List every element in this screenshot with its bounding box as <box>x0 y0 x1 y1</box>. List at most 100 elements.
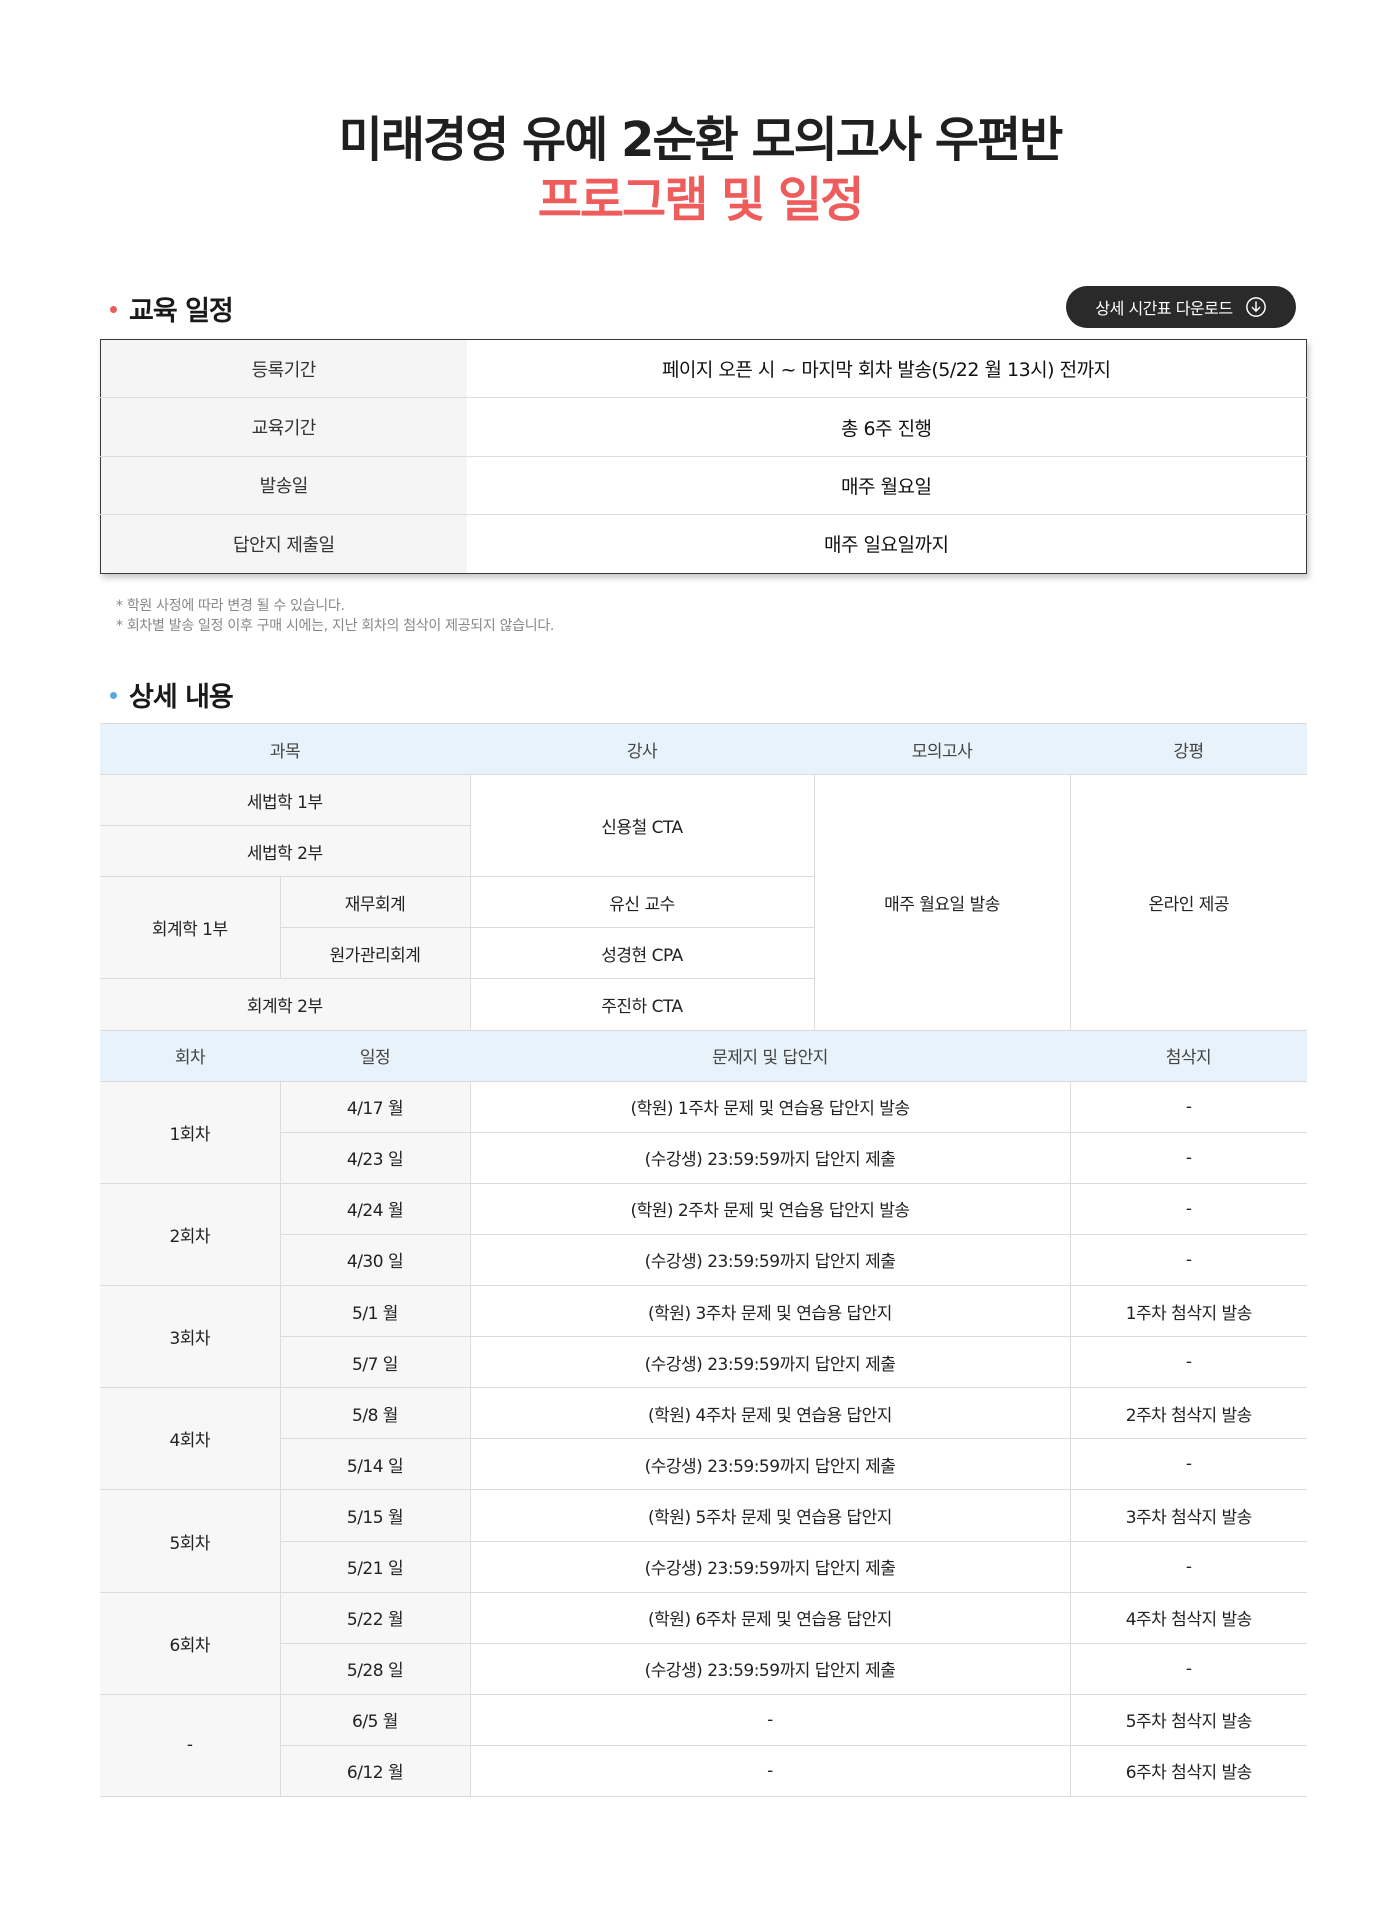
review-value: 온라인 제공 <box>1069 774 1307 1031</box>
round-correction: - <box>1069 1642 1307 1695</box>
round-material: - <box>469 1744 1071 1797</box>
lecturer-accounting-2: 주진하 CTA <box>469 978 814 1031</box>
round-correction: 4주차 첨삭지 발송 <box>1069 1591 1307 1644</box>
round-correction: - <box>1069 1336 1307 1389</box>
table-row: 5/14 일 (수강생) 23:59:59까지 답안지 제출 - <box>100 1438 1307 1491</box>
schedule-value: 페이지 오픈 시 ~ 마지막 회차 발송(5/22 월 13시) 전까지 <box>466 339 1307 399</box>
section-heading-detail: 상세 내용 <box>110 674 234 714</box>
header-material: 문제지 및 답안지 <box>470 1029 1070 1082</box>
subject-cost-accounting: 원가관리회계 <box>280 927 471 980</box>
note-line: * 회차별 발송 일정 이후 구매 시에는, 지난 회차의 첨삭이 제공되지 않… <box>116 618 555 634</box>
table-row: 4/23 일 (수강생) 23:59:59까지 답안지 제출 - <box>100 1131 1307 1184</box>
table-row: 5/7 일 (수강생) 23:59:59까지 답안지 제출 - <box>100 1336 1307 1389</box>
round-date: 4/17 월 <box>279 1080 471 1133</box>
subject-accounting-2: 회계학 2부 <box>100 978 471 1031</box>
round-material: (학원) 6주차 문제 및 연습용 답안지 <box>469 1591 1071 1644</box>
table-row: 발송일 매주 월요일 <box>100 456 1307 516</box>
table-row: 6회차 5/22 월 (학원) 6주차 문제 및 연습용 답안지 4주차 첨삭지 발송 <box>100 1591 1307 1695</box>
bullet-dot-icon <box>110 305 117 313</box>
round-name: - <box>100 1693 281 1797</box>
subject-financial-accounting: 재무회계 <box>279 876 471 929</box>
table-row: 6/12 월 -6주차 첨삭지 발송 <box>100 1744 1307 1797</box>
schedule-value: 매주 일요일까지 <box>466 514 1307 574</box>
round-material: (수강생) 23:59:59까지 답안지 제출 <box>469 1438 1071 1491</box>
round-correction: - <box>1069 1540 1307 1593</box>
round-name: 2회차 <box>100 1182 281 1287</box>
subject-tax-2: 세법학 2부 <box>100 825 470 878</box>
round-date: 5/7 일 <box>280 1336 471 1389</box>
round-date: 5/28 일 <box>280 1642 471 1695</box>
round-material: (수강생) 23:59:59까지 답안지 제출 <box>469 1131 1071 1184</box>
table-row: 세법학 1부 신용철 CTA 매주 월요일 발송 온라인 제공 <box>100 774 1307 1031</box>
table-row: 답안지 제출일 매주 일요일까지 <box>100 514 1307 574</box>
round-date: 6/12 월 <box>280 1744 471 1797</box>
table-header-row: 과목 강사 모의고사 강평 <box>100 722 1307 776</box>
page-subtitle: 프로그램 및 일정 <box>537 172 865 228</box>
table-row: 5회차 5/15 월 (학원) 5주차 문제 및 연습용 답안지 3주차 첨삭지 발송 <box>100 1489 1307 1593</box>
round-date: 4/30 일 <box>280 1233 471 1287</box>
round-material: (수강생) 23:59:59까지 답안지 제출 <box>469 1540 1071 1593</box>
round-date: 5/1 월 <box>279 1285 471 1338</box>
section-heading-text: 교육 일정 <box>129 295 234 327</box>
table-row: 4회차 5/8 월 (학원) 4주차 문제 및 연습용 답안지 2주차 첨삭지 발송 <box>100 1387 1307 1491</box>
round-name: 4회차 <box>100 1387 281 1491</box>
round-name: 1회차 <box>100 1080 281 1184</box>
round-correction: 2주차 첨삭지 발송 <box>1069 1387 1307 1440</box>
round-correction: 3주차 첨삭지 발송 <box>1069 1489 1307 1542</box>
lecturer-financial: 유신 교수 <box>469 876 814 929</box>
subject-accounting-1: 회계학 1부 <box>100 876 281 980</box>
round-material: (학원) 5주차 문제 및 연습용 답안지 <box>469 1489 1071 1542</box>
round-correction: 6주차 첨삭지 발송 <box>1069 1744 1307 1797</box>
round-material: (학원) 3주차 문제 및 연습용 답안지 <box>469 1285 1071 1338</box>
schedule-table: 등록기간 페이지 오픈 시 ~ 마지막 회차 발송(5/22 월 13시) 전까지… <box>100 339 1307 574</box>
table-row: 5/21 일 (수강생) 23:59:59까지 답안지 제출 - <box>100 1540 1307 1593</box>
table-row: 4/30 일 (수강생) 23:59:59까지 답안지 제출 - <box>100 1233 1307 1287</box>
round-date: 5/21 일 <box>280 1540 471 1593</box>
header-review: 강평 <box>1070 722 1307 776</box>
round-correction: 5주차 첨삭지 발송 <box>1069 1693 1307 1746</box>
round-correction: - <box>1069 1131 1307 1184</box>
round-correction: - <box>1069 1233 1307 1287</box>
round-correction: 1주차 첨삭지 발송 <box>1069 1285 1307 1338</box>
header-mock-exam: 모의고사 <box>814 722 1070 776</box>
table-row: 등록기간 페이지 오픈 시 ~ 마지막 회차 발송(5/22 월 13시) 전까지 <box>100 339 1307 399</box>
round-material: (수강생) 23:59:59까지 답안지 제출 <box>469 1642 1071 1695</box>
round-material: (학원) 2주차 문제 및 연습용 답안지 발송 <box>469 1182 1071 1235</box>
section-heading-schedule: 교육 일정 <box>110 288 234 328</box>
header-round: 회차 <box>100 1029 280 1082</box>
round-material: (학원) 1주차 문제 및 연습용 답안지 발송 <box>469 1080 1071 1133</box>
table-header-row: 회차 일정 문제지 및 답안지 첨삭지 <box>100 1029 1307 1082</box>
header-subject: 과목 <box>100 722 470 776</box>
lecturer-cost: 성경현 CPA <box>469 927 814 980</box>
download-icon <box>1245 297 1266 317</box>
round-material: (수강생) 23:59:59까지 답안지 제출 <box>469 1233 1071 1287</box>
schedule-label: 등록기간 <box>100 339 467 399</box>
section-heading-text: 상세 내용 <box>129 681 234 713</box>
round-date: 5/22 월 <box>279 1591 471 1644</box>
detail-table: 과목 강사 모의고사 강평 세법학 1부 신용철 CTA 매주 월요일 발송 온… <box>100 722 1307 1797</box>
lecturer-tax: 신용철 CTA <box>469 774 815 878</box>
page: 미래경영 유예 2순환 모의고사 우편반 프로그램 및 일정 교육 일정 상세 … <box>0 0 1400 1914</box>
round-correction: - <box>1069 1438 1307 1491</box>
header-lecturer: 강사 <box>470 722 814 776</box>
table-row: 교육기간 총 6주 진행 <box>100 397 1307 457</box>
round-date: 5/14 일 <box>280 1438 471 1491</box>
round-material: (수강생) 23:59:59까지 답안지 제출 <box>469 1336 1071 1389</box>
schedule-label: 답안지 제출일 <box>100 514 467 574</box>
round-date: 4/24 월 <box>279 1182 471 1235</box>
schedule-label: 교육기간 <box>100 397 467 457</box>
download-timetable-button[interactable]: 상세 시간표 다운로드 <box>1066 286 1296 328</box>
download-button-label: 상세 시간표 다운로드 <box>1095 299 1233 318</box>
round-material: - <box>469 1693 1071 1746</box>
mock-exam-value: 매주 월요일 발송 <box>813 774 1071 1031</box>
round-name: 5회차 <box>100 1489 281 1593</box>
round-date: 6/5 월 <box>279 1693 471 1746</box>
round-date: 5/8 월 <box>279 1387 471 1440</box>
table-row: 5/28 일 (수강생) 23:59:59까지 답안지 제출 - <box>100 1642 1307 1695</box>
round-correction: - <box>1069 1182 1307 1235</box>
page-title: 미래경영 유예 2순환 모의고사 우편반 <box>338 112 1064 168</box>
table-row: 3회차 5/1 월 (학원) 3주차 문제 및 연습용 답안지 1주차 첨삭지 발송 <box>100 1285 1307 1389</box>
schedule-label: 발송일 <box>100 456 467 516</box>
round-material: (학원) 4주차 문제 및 연습용 답안지 <box>469 1387 1071 1440</box>
bullet-dot-icon <box>110 691 117 699</box>
